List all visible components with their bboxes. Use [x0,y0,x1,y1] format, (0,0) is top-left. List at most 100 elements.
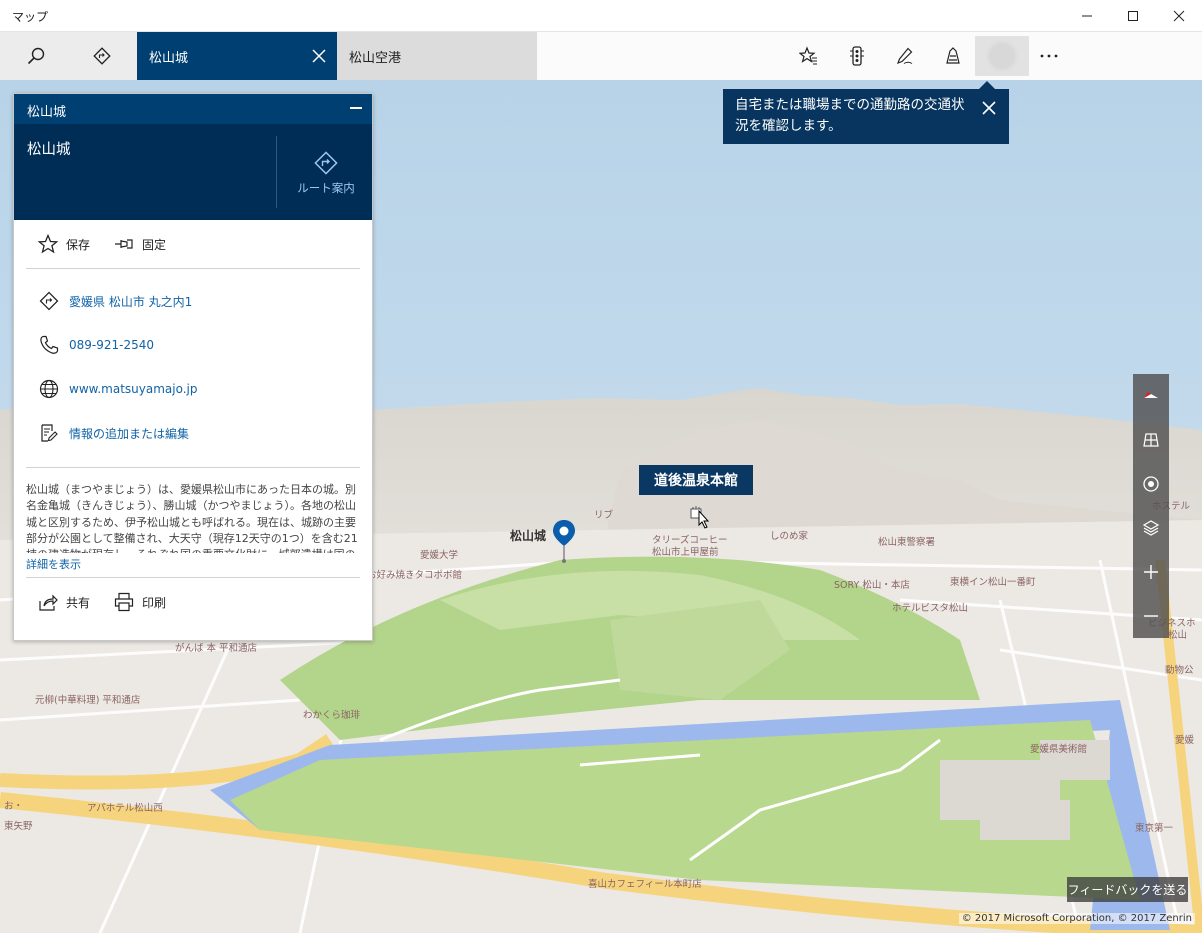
poi-callout[interactable]: 道後温泉本館 [639,465,753,495]
website-text: www.matsuyamajo.jp [69,382,198,396]
card-hero: 松山城 ルート案内 [14,124,372,220]
card-header-title: 松山城 [27,105,67,120]
card-footer: 共有 印刷 [14,578,372,626]
search-icon [27,47,45,65]
compass-icon [1144,392,1158,398]
window-title: マップ [12,10,49,24]
phone-text: 089-921-2540 [69,338,155,352]
my-location-button[interactable] [1133,462,1169,506]
map-label: お好み焼きタコポボ館 [367,570,463,581]
close-tab-icon[interactable] [309,46,329,66]
traffic-light-icon [850,46,864,66]
directions-icon [93,47,111,65]
tooltip-text: 自宅または職場までの通勤路の交通状況を確認します。 [735,97,965,134]
pin-icon [115,239,133,249]
print-label: 印刷 [142,595,167,610]
map-controls [1133,374,1169,638]
map-label: 東横イン松山一番町 [950,577,1036,588]
map-label: 喜山カフェフィール本町店 [588,879,702,890]
maximize-button[interactable] [1110,0,1156,32]
3d-cities-button[interactable] [929,32,977,80]
map-label: 東京第一 [1135,823,1174,834]
pin-label: 固定 [142,237,167,252]
window-titlebar: マップ [0,0,1202,32]
map-label: 愛媛大学 [420,550,459,561]
place-description: 松山城（まつやまじょう）は、愛媛県松山市にあった日本の城。別名金亀城（きんきじょ… [26,483,358,553]
map-label: 動物公 [1165,665,1194,676]
mouse-cursor-icon [698,509,710,534]
avatar-icon [990,44,1014,68]
compass-button[interactable] [1133,374,1169,418]
route-label: ルート案内 [297,181,355,195]
print-button[interactable]: 印刷 [114,592,166,612]
map-label: 東矢野 [4,821,33,832]
plus-icon [1144,565,1158,579]
address-link[interactable]: 愛媛県 松山市 丸之内1 [14,279,372,323]
map-label: 松山東警察署 [878,537,936,548]
layers-icon [1142,520,1160,536]
map-label: 元柳(中華料理) 平和通店 [35,695,141,706]
map-label: 松山市上甲屋前 [652,547,719,558]
map-label: お・ [4,801,24,812]
location-pin-icon[interactable] [553,520,575,568]
more-button[interactable] [1025,32,1073,80]
map-copyright: © 2017 Microsoft Corporation, © 2017 Zen… [958,913,1195,924]
minimize-card-icon[interactable] [350,107,362,109]
directions-button[interactable] [78,32,126,80]
map-label: がんば 本 平和通店 [175,643,258,654]
share-icon [39,594,58,611]
account-avatar[interactable] [975,36,1029,76]
location-icon [1143,476,1159,492]
pin-button[interactable]: 固定 [114,236,166,253]
star-icon [38,234,58,254]
tooltip-arrow [979,81,995,89]
map-label: ホテルビスタ松山 [892,603,969,614]
zoom-in-button[interactable] [1133,550,1169,594]
edit-info-link[interactable]: 情報の追加または編集 [14,411,372,455]
printer-icon [114,592,134,612]
place-card: 松山城 松山城 ルート案内 保存 固定 愛媛県 松山市 丸之内1 089-921… [13,93,373,641]
save-button[interactable]: 保存 [38,234,90,254]
hero-divider [276,136,277,208]
edit-document-icon [38,422,60,444]
route-button[interactable]: ルート案内 [278,136,374,208]
show-details-link[interactable]: 詳細を表示 [14,553,372,577]
tab-matsuyama-castle[interactable]: 松山城 [137,32,337,80]
edit-info-text: 情報の追加または編集 [69,426,190,441]
map-label: リブ [594,510,614,521]
globe-icon [38,378,60,400]
map-label: 松山 [1168,630,1188,641]
pen-icon [896,47,913,65]
toolbar-actions [537,32,1202,80]
close-icon [1173,10,1185,22]
minimize-button[interactable] [1064,0,1110,32]
directions-icon [38,290,60,312]
website-link[interactable]: www.matsuyamajo.jp [14,367,372,411]
tilt-button[interactable] [1133,418,1169,462]
card-actions: 保存 固定 [14,220,372,268]
close-window-button[interactable] [1156,0,1202,32]
close-tooltip-icon[interactable] [979,98,999,118]
phone-link[interactable]: 089-921-2540 [14,323,372,367]
place-name: 松山城 [27,142,71,158]
tab-label: 松山城 [149,50,189,66]
map-label: しのめ家 [770,531,809,542]
map-layers-button[interactable] [1133,506,1169,550]
tab-label: 松山空港 [349,50,402,66]
traffic-button[interactable] [833,32,881,80]
map-label: 愛媛県美術館 [1030,744,1088,755]
map-label: 愛媛 [1175,735,1195,746]
traffic-tooltip: 自宅または職場までの通勤路の交通状況を確認します。 [723,81,1009,144]
map-label: SORY 松山・本店 [834,580,910,591]
ink-button[interactable] [881,32,929,80]
favorites-star-icon [799,46,817,65]
maximize-icon [1128,11,1138,21]
tab-matsuyama-airport[interactable]: 松山空港 [337,32,537,80]
map-label: アパホテル松山西 [87,803,163,814]
feedback-button[interactable]: フィードバックを送る [1067,877,1188,902]
search-button[interactable] [12,32,60,80]
zoom-out-button[interactable] [1133,594,1169,638]
favorites-button[interactable] [785,32,833,80]
share-label: 共有 [66,595,91,610]
share-button[interactable]: 共有 [38,593,90,611]
